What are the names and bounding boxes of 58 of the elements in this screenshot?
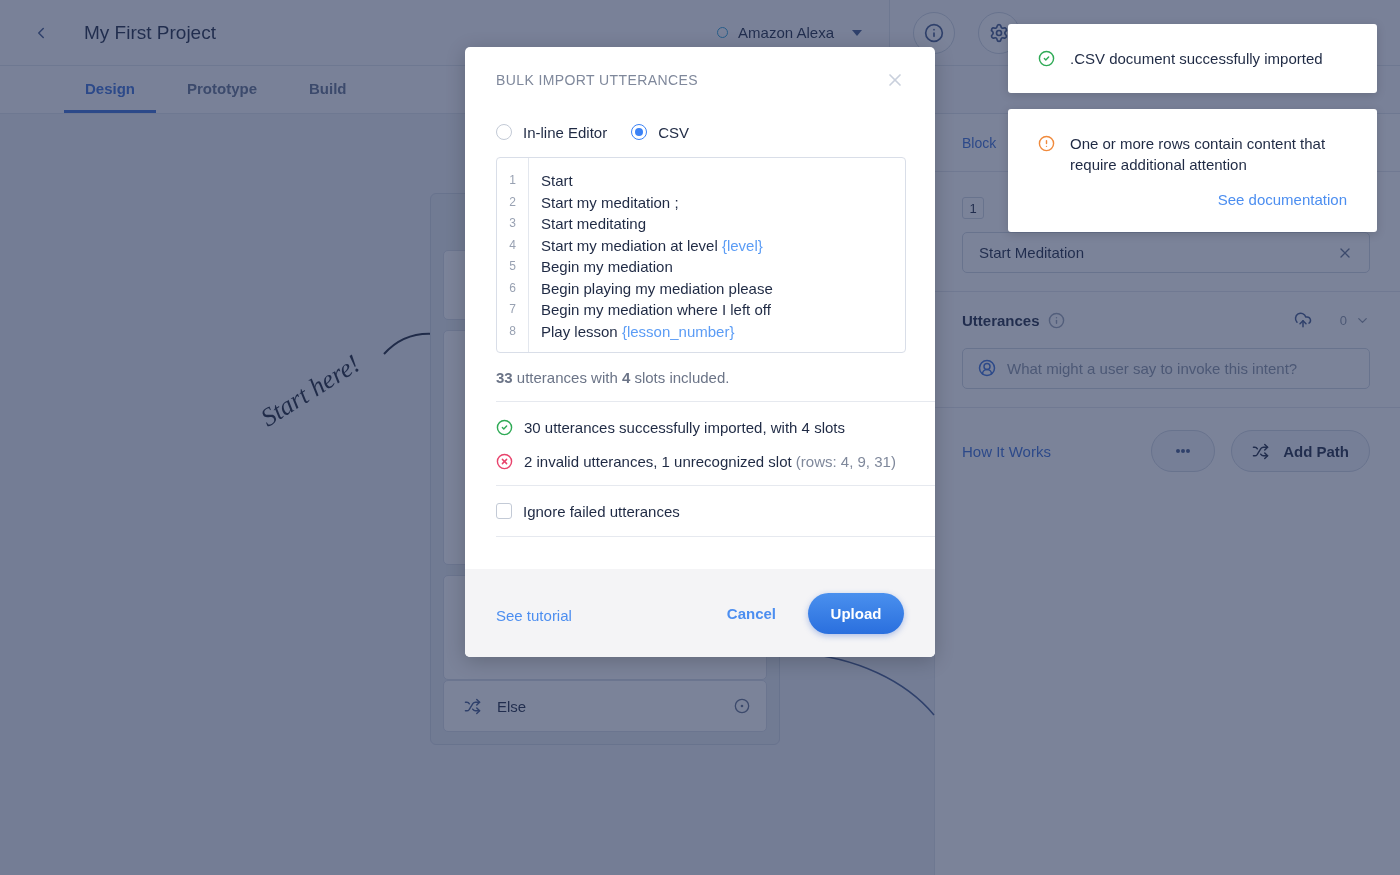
upload-button[interactable]: Upload: [808, 592, 904, 634]
intent-name-field[interactable]: Start Meditation: [962, 232, 1370, 273]
error-icon: [496, 452, 513, 470]
start-hint: Start here!: [255, 348, 366, 434]
ignore-failed-checkbox[interactable]: Ignore failed utterances: [496, 501, 935, 521]
info-icon: [924, 22, 944, 43]
user-icon: [978, 359, 996, 377]
utterance-line: Start my meditation ;: [541, 192, 680, 213]
platform-dropdown[interactable]: Amazon Alexa: [717, 24, 862, 41]
utterance-line: Start: [541, 171, 574, 191]
cancel-button[interactable]: Cancel: [726, 604, 776, 622]
line-number: 7: [509, 301, 516, 318]
line-number: 2: [509, 193, 516, 211]
shuffle-icon: [1252, 442, 1270, 460]
mode-radio[interactable]: CSV: [631, 123, 690, 141]
line-number: 6: [509, 279, 516, 297]
port-icon[interactable]: [734, 698, 750, 715]
upload-icon[interactable]: [1293, 311, 1312, 329]
breadcrumb-link[interactable]: Block: [962, 134, 997, 151]
block-path-row[interactable]: Else: [443, 680, 767, 732]
shuffle-icon: [464, 697, 481, 715]
toast-message: One or more rows contain content that require additional attention: [1070, 134, 1327, 175]
import-summary: 33 utterances with 4 slots included.: [496, 369, 731, 386]
csv-editor[interactable]: [496, 157, 906, 353]
tab[interactable]: Prototype: [166, 66, 279, 113]
project-title: My First Project: [84, 21, 216, 44]
utterance-line: Start my mediation at level {level}: [541, 235, 764, 256]
add-path-button[interactable]: Add Path: [1231, 430, 1370, 472]
line-number: 5: [509, 258, 516, 275]
result-message: 30 utterances successfully imported, with 4 slots: [524, 418, 845, 436]
line-number: 1: [509, 172, 516, 189]
utterance-line: Play lesson {lesson_number}: [541, 321, 736, 342]
mode-radio[interactable]: In-line Editor: [496, 123, 608, 141]
step-number: 1: [962, 197, 984, 219]
line-number: 3: [509, 215, 516, 232]
success-icon: [1038, 50, 1055, 67]
line-number: 8: [509, 322, 516, 340]
more-button[interactable]: [1151, 430, 1216, 472]
warning-icon: [1038, 135, 1055, 152]
tutorial-link[interactable]: See tutorial: [496, 606, 572, 624]
info-icon[interactable]: [1047, 311, 1065, 329]
dialog-title: BULK IMPORT UTTERANCES: [496, 72, 699, 88]
utterance-line: Start meditating: [541, 214, 648, 234]
documentation-link[interactable]: See documentation: [1217, 191, 1347, 208]
settings-icon: [989, 22, 1009, 43]
utterance-line: Begin playing my mediation please: [541, 278, 773, 299]
utterances-title: Utterances: [962, 311, 1040, 329]
path-label: Else: [497, 697, 528, 715]
line-number: 4: [509, 236, 516, 254]
utterance-line: Begin my mediation: [541, 257, 674, 277]
help-link[interactable]: How It Works: [962, 442, 1051, 460]
caret-icon: [852, 29, 862, 36]
result-message: 2 invalid utterances, 1 unrecognized slot (rows: 4, 9, 31): [524, 452, 896, 470]
utterance-line: Begin my mediation where I left off: [541, 300, 772, 320]
more-icon: [1176, 449, 1191, 453]
toast-message: .CSV document successfully imported: [1070, 49, 1324, 69]
success-icon: [496, 418, 513, 436]
tab[interactable]: Build: [288, 66, 368, 113]
